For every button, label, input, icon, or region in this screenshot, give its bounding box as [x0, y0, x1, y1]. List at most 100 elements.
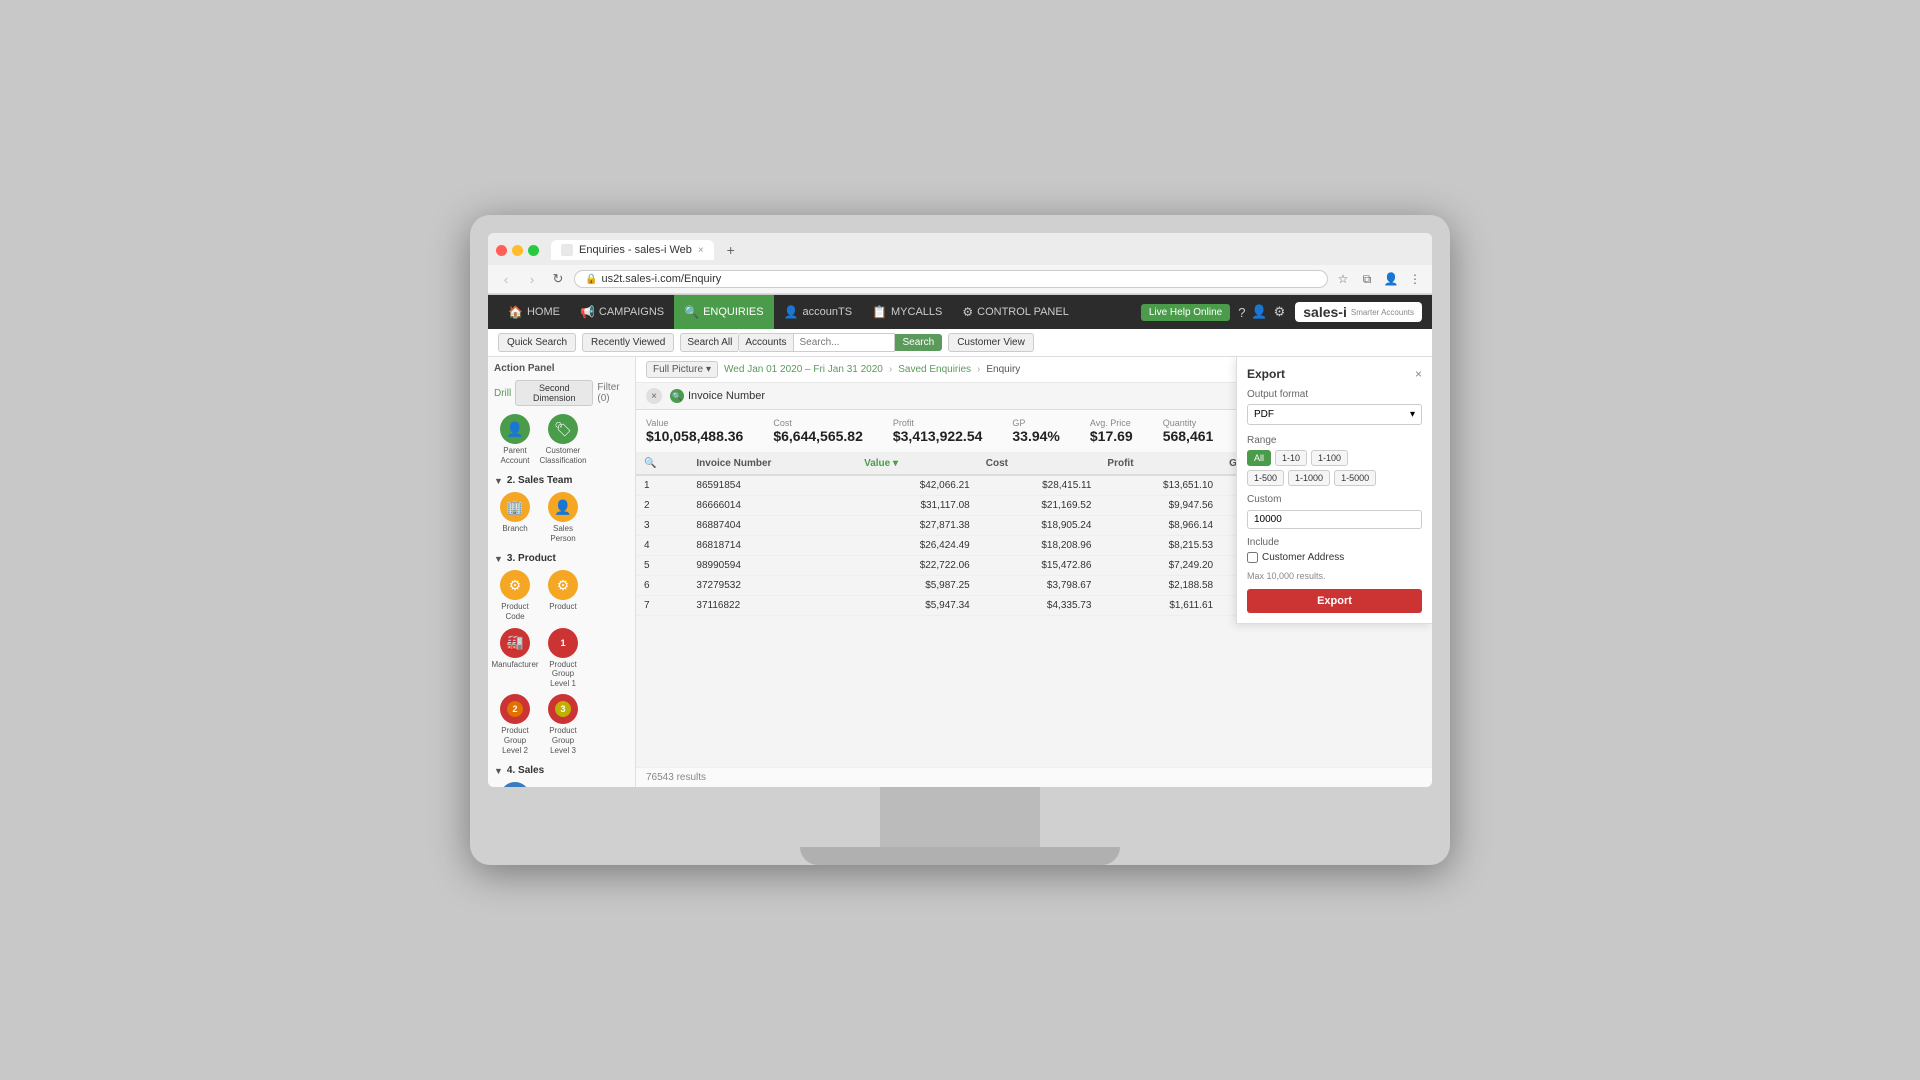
range-1-100-button[interactable]: 1-100 — [1311, 450, 1348, 466]
nav-item-home[interactable]: 🏠 HOME — [498, 295, 570, 329]
range-1-1000-button[interactable]: 1-1000 — [1288, 470, 1330, 486]
nav-menu: 🏠 HOME 📢 CAMPAIGNS 🔍 ENQUIRIES 👤 accounT… — [498, 295, 1141, 329]
custom-range-input[interactable] — [1247, 510, 1422, 529]
browser-tab[interactable]: Enquiries - sales-i Web × — [551, 240, 714, 260]
customer-classification-icon: 🏷 — [548, 414, 578, 444]
maximize-traffic-light[interactable] — [528, 245, 539, 256]
export-button[interactable]: Export — [1247, 589, 1422, 613]
output-format-chevron-icon: ▾ — [1410, 409, 1415, 420]
parent-account-label: Parent Account — [494, 446, 536, 465]
export-close-button[interactable]: × — [1415, 367, 1422, 381]
nav-item-enquiries[interactable]: 🔍 ENQUIRIES — [674, 295, 773, 329]
stat-avg-price-label: Avg. Price — [1090, 418, 1133, 428]
sales-arrow-icon: ▼ — [494, 766, 503, 776]
search-go-button[interactable]: Search — [895, 334, 943, 351]
range-1-5000-button[interactable]: 1-5000 — [1334, 470, 1376, 486]
transaction-type-item[interactable]: ↔ Transaction Type — [494, 782, 536, 787]
date-range-breadcrumb[interactable]: Wed Jan 01 2020 – Fri Jan 31 2020 — [724, 364, 883, 375]
new-tab-button[interactable]: + — [720, 239, 742, 261]
product-code-item[interactable]: ⚙ Product Code — [494, 570, 536, 621]
stat-quantity-amount: 568,461 — [1163, 428, 1214, 444]
product-group-level3-label: Product Group Level 3 — [542, 726, 584, 755]
transaction-type-icon: ↔ — [500, 782, 530, 787]
stat-cost-amount: $6,644,565.82 — [773, 428, 863, 444]
table-footer: 76543 results — [636, 767, 1432, 787]
full-picture-toggle[interactable]: Full Picture ▾ — [646, 361, 718, 378]
product-item[interactable]: ⚙ Product — [542, 570, 584, 621]
range-all-button[interactable]: All — [1247, 450, 1271, 466]
stat-avg-price: Avg. Price $17.69 — [1090, 418, 1133, 444]
forward-button[interactable]: › — [522, 269, 542, 289]
extensions-icon[interactable]: ⧉ — [1358, 270, 1376, 288]
refresh-button[interactable]: ↻ — [548, 269, 568, 289]
settings-icon[interactable]: ⚙ — [1274, 304, 1286, 320]
row-invoice-number: 86818714 — [688, 536, 856, 556]
stat-gp: GP 33.94% — [1012, 418, 1059, 444]
product-section-header[interactable]: ▼ 3. Product — [494, 553, 629, 564]
nav-item-mycalls[interactable]: 📋 MYCALLS — [862, 295, 952, 329]
second-dimension-button[interactable]: Second Dimension — [515, 380, 593, 406]
output-format-label: Output format — [1247, 389, 1422, 400]
sales-team-section-title: 2. Sales Team — [507, 475, 572, 486]
col-invoice-number[interactable]: Invoice Number — [688, 453, 856, 475]
user-icon[interactable]: 👤 — [1251, 304, 1267, 320]
branch-item[interactable]: 🏢 Branch — [494, 492, 536, 543]
profile-icon[interactable]: 👤 — [1382, 270, 1400, 288]
close-traffic-light[interactable] — [496, 245, 507, 256]
filter-close-button[interactable]: × — [646, 388, 662, 404]
row-num: 6 — [636, 576, 688, 596]
saved-enquiries-breadcrumb[interactable]: Saved Enquiries — [898, 364, 971, 375]
col-cost[interactable]: Cost — [978, 453, 1100, 475]
product-group-level2-item[interactable]: 2 Product Group Level 2 — [494, 694, 536, 755]
monitor: Enquiries - sales-i Web × + ‹ › ↻ 🔒 us2t… — [470, 215, 1450, 865]
custom-label: Custom — [1247, 494, 1422, 505]
live-help-button[interactable]: Live Help Online — [1141, 304, 1230, 321]
include-label: Include — [1247, 537, 1422, 548]
back-button[interactable]: ‹ — [496, 269, 516, 289]
help-icon[interactable]: ? — [1238, 305, 1245, 320]
accounts-select[interactable]: Accounts — [738, 333, 792, 352]
manufacturer-item[interactable]: 🏭 Manufacturer — [494, 628, 536, 689]
enquiries-icon: 🔍 — [684, 305, 699, 319]
col-value[interactable]: Value ▾ — [856, 453, 978, 475]
output-format-select[interactable]: PDF ▾ — [1247, 404, 1422, 425]
recently-viewed-button[interactable]: Recently Viewed — [582, 333, 674, 352]
minimize-traffic-light[interactable] — [512, 245, 523, 256]
row-num: 5 — [636, 556, 688, 576]
product-icon-grid: ⚙ Product Code ⚙ Product 🏭 Manufacturer — [494, 568, 629, 759]
traffic-lights — [496, 245, 539, 256]
drill-link[interactable]: Drill — [494, 388, 511, 399]
row-profit: $8,966.14 — [1099, 516, 1221, 536]
search-all-select[interactable]: Search All — [680, 333, 738, 352]
menu-icon[interactable]: ⋮ — [1406, 270, 1424, 288]
bookmark-icon[interactable]: ☆ — [1334, 270, 1352, 288]
row-invoice-number: 86887404 — [688, 516, 856, 536]
nav-item-accounts[interactable]: 👤 accounTS — [774, 295, 862, 329]
filter-link[interactable]: Filter (0) — [597, 382, 629, 404]
customer-view-button[interactable]: Customer View — [948, 333, 1034, 352]
sales-person-label: Sales Person — [542, 524, 584, 543]
product-group-level3-item[interactable]: 3 Product Group Level 3 — [542, 694, 584, 755]
customer-classification-item[interactable]: 🏷 Customer Classification — [542, 414, 584, 465]
customer-classification-label: Customer Classification — [539, 446, 586, 465]
parent-account-item[interactable]: 👤 Parent Account — [494, 414, 536, 465]
quick-search-button[interactable]: Quick Search — [498, 333, 576, 352]
sales-team-section-header[interactable]: ▼ 2. Sales Team — [494, 475, 629, 486]
range-1-500-button[interactable]: 1-500 — [1247, 470, 1284, 486]
customer-address-checkbox[interactable] — [1247, 552, 1258, 563]
row-value: $42,066.21 — [856, 475, 978, 496]
sales-section-header[interactable]: ▼ 4. Sales — [494, 765, 629, 776]
product-group-level1-item[interactable]: 1 Product Group Level 1 — [542, 628, 584, 689]
search-input[interactable] — [794, 334, 894, 351]
range-1-10-button[interactable]: 1-10 — [1275, 450, 1307, 466]
nav-item-control-panel[interactable]: ⚙ CONTROL PANEL — [952, 295, 1078, 329]
tab-close-btn[interactable]: × — [698, 245, 704, 256]
campaigns-icon: 📢 — [580, 305, 595, 319]
browser-titlebar: Enquiries - sales-i Web × + — [488, 233, 1432, 265]
search-input-wrap — [793, 333, 895, 352]
address-bar[interactable]: 🔒 us2t.sales-i.com/Enquiry — [574, 270, 1328, 288]
product-label: Product — [549, 602, 577, 612]
nav-item-campaigns[interactable]: 📢 CAMPAIGNS — [570, 295, 674, 329]
col-profit[interactable]: Profit — [1099, 453, 1221, 475]
sales-person-item[interactable]: 👤 Sales Person — [542, 492, 584, 543]
